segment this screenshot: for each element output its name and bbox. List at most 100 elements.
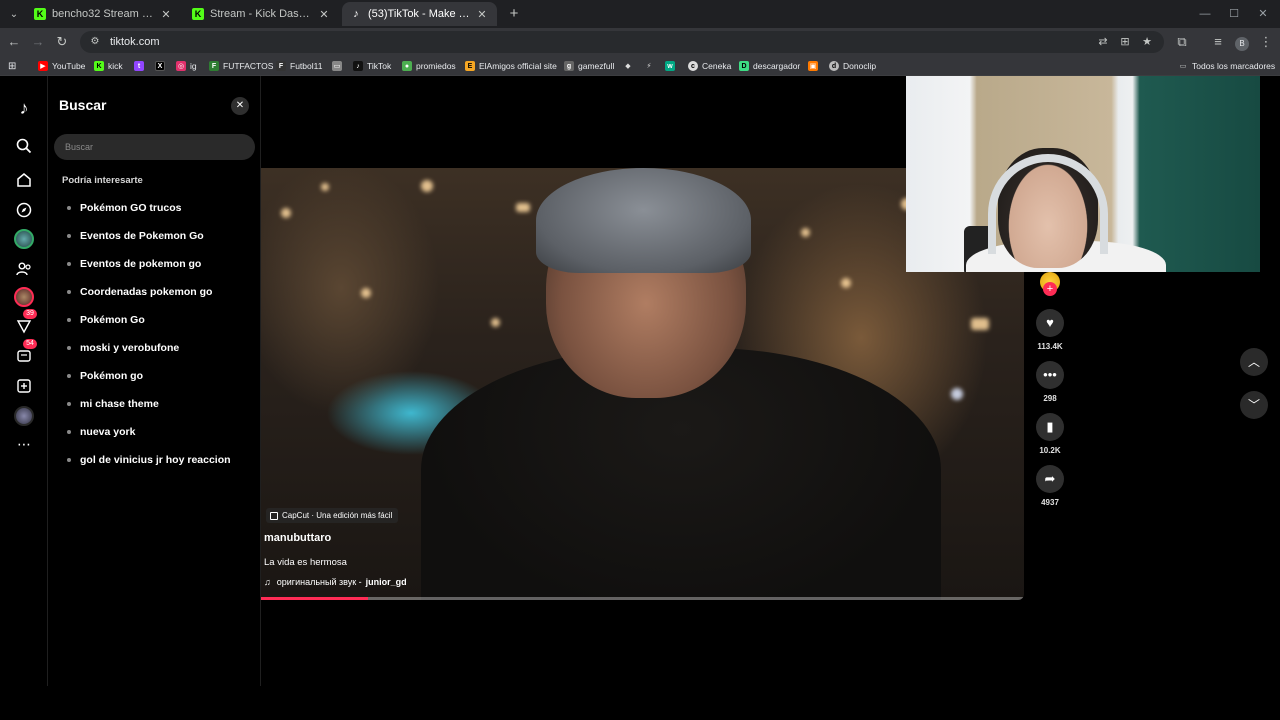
suggestion-item[interactable]: Eventos de pokemon go: [48, 250, 261, 278]
bookmark-gamezfull[interactable]: g gamezfull: [564, 58, 614, 74]
tab-tiktok[interactable]: ♪ (53)TikTok - Make Your Day ✕: [342, 2, 497, 26]
comment-icon[interactable]: •••: [1036, 361, 1064, 389]
previous-video-button[interactable]: ︿: [1240, 348, 1268, 376]
bookmark-unnamed[interactable]: ▭: [332, 58, 346, 74]
tab-title: (53)TikTok - Make Your Day: [368, 8, 471, 20]
messages-badge: 39: [23, 309, 37, 319]
bookmark-ceneka[interactable]: c Ceneka: [688, 58, 731, 74]
tab-groups-icon[interactable]: ≡: [1208, 32, 1228, 52]
comment-action[interactable]: ••• 298: [1034, 361, 1066, 403]
close-search-button[interactable]: ✕: [231, 97, 249, 115]
bookmark-unnamed-3[interactable]: ⚡: [644, 58, 658, 74]
bookmark-twitch[interactable]: t: [134, 58, 148, 74]
following-avatar[interactable]: [12, 227, 36, 251]
inbox-icon[interactable]: 54: [12, 339, 37, 368]
home-icon[interactable]: [12, 168, 36, 192]
all-bookmarks-folder[interactable]: ▭ Todos los marcadores: [1178, 58, 1275, 74]
profile-button[interactable]: B: [1232, 32, 1252, 52]
suggestion-label: Eventos de pokemon go: [80, 258, 202, 270]
bokeh-light: [281, 208, 291, 218]
browser-menu-icon[interactable]: ⋮: [1256, 32, 1276, 52]
tab-bencho32-stream[interactable]: K bencho32 Stream - Watch Live ✕: [26, 2, 181, 26]
bookmark-kick[interactable]: Kkick: [94, 58, 123, 74]
maximize-button[interactable]: ☐: [1219, 4, 1249, 24]
new-tab-button[interactable]: +: [504, 4, 524, 24]
suggestions-list: Pokémon GO trucos Eventos de Pokemon Go …: [48, 194, 261, 474]
reload-button[interactable]: ↻: [52, 32, 72, 52]
site-icon: ▭: [332, 61, 342, 71]
bullet-icon: [67, 262, 71, 266]
install-app-icon[interactable]: ⊞: [1114, 31, 1136, 53]
share-icon[interactable]: ➦: [1036, 465, 1064, 493]
tiktok-logo-icon[interactable]: ♪: [12, 96, 36, 120]
folder-icon: ▭: [1179, 63, 1187, 70]
search-icon[interactable]: [12, 134, 36, 158]
next-video-button[interactable]: ﹀: [1240, 391, 1268, 419]
capcut-icon: [270, 511, 278, 520]
like-action[interactable]: ♥ 113.4K: [1034, 309, 1066, 351]
bookmark-unnamed-2[interactable]: ◆: [623, 58, 637, 74]
bookmark-unnamed-4[interactable]: w: [665, 58, 679, 74]
live-avatar[interactable]: [12, 285, 36, 309]
share-action[interactable]: ➦ 4937: [1034, 465, 1066, 507]
upload-icon[interactable]: [12, 374, 36, 398]
video-progress-bar[interactable]: [261, 597, 1024, 600]
close-icon[interactable]: ✕: [317, 8, 331, 21]
video-sound[interactable]: ♫ оригинальный звук - junior_gd: [264, 577, 407, 587]
more-icon[interactable]: ⋯: [12, 432, 36, 456]
bookmark-label: Todos los marcadores: [1192, 61, 1276, 71]
suggestion-item[interactable]: moski y verobufone: [48, 334, 261, 362]
tab-search-icon[interactable]: ⌄: [4, 4, 24, 24]
progress-fill: [261, 597, 368, 600]
suggestion-item[interactable]: mi chase theme: [48, 390, 261, 418]
suggestion-label: Pokémon Go: [80, 314, 145, 326]
suggestion-item[interactable]: Eventos de Pokemon Go: [48, 222, 261, 250]
suggestion-item[interactable]: Pokémon GO trucos: [48, 194, 261, 222]
tab-title: bencho32 Stream - Watch Live: [52, 8, 155, 20]
messages-icon[interactable]: 39: [12, 309, 37, 338]
search-input[interactable]: [54, 134, 255, 160]
bookmark-x[interactable]: X: [155, 58, 169, 74]
bookmark-futbol11[interactable]: F Futbol11: [276, 58, 322, 74]
bookmark-promiedos[interactable]: ● promiedos: [402, 58, 456, 74]
bookmark-ig[interactable]: ◎ ig: [176, 58, 197, 74]
video-author[interactable]: manubuttaro: [264, 532, 331, 544]
promiedos-icon: ●: [402, 61, 412, 71]
bookmark-icon[interactable]: ▮: [1036, 413, 1064, 441]
bookmark-descargador[interactable]: Ddescargador: [739, 58, 800, 74]
minimize-button[interactable]: —: [1190, 4, 1220, 24]
close-icon[interactable]: ✕: [475, 8, 489, 21]
suggestion-item[interactable]: Pokémon Go: [48, 306, 261, 334]
friends-icon[interactable]: [12, 257, 36, 281]
forward-button[interactable]: →: [28, 32, 48, 52]
apps-grid-icon[interactable]: ⊞: [8, 58, 16, 74]
bookmark-donoclip[interactable]: d Donoclip: [829, 58, 876, 74]
window-close-button[interactable]: ✕: [1248, 4, 1278, 24]
address-bar[interactable]: ⚙ tiktok.com ⇄ ⊞ ★: [80, 31, 1164, 53]
tiktok-logo-icon: ♪: [353, 8, 359, 20]
bookmark-tiktok[interactable]: ♪ TikTok: [353, 58, 391, 74]
bookmark-label: ElAmigos official site: [479, 61, 557, 71]
suggestion-item[interactable]: gol de vinicius jr hoy reaccion: [48, 446, 261, 474]
follow-plus-icon[interactable]: +: [1043, 282, 1057, 296]
suggestion-item[interactable]: nueva york: [48, 418, 261, 446]
bookmark-star-icon[interactable]: ★: [1136, 31, 1158, 53]
tab-kick-dashboard[interactable]: K Stream - Kick Dashboard ✕: [184, 2, 339, 26]
bookmark-elamigos[interactable]: E ElAmigos official site: [465, 58, 557, 74]
save-action[interactable]: ▮ 10.2K: [1034, 413, 1066, 455]
bokeh-light: [801, 228, 810, 237]
suggestion-item[interactable]: Coordenadas pokemon go: [48, 278, 261, 306]
bookmark-unnamed-5[interactable]: ▣: [808, 58, 822, 74]
suggestion-item[interactable]: Pokémon go: [48, 362, 261, 390]
back-button[interactable]: ←: [4, 32, 24, 52]
translate-icon[interactable]: ⇄: [1092, 31, 1114, 53]
bookmark-youtube[interactable]: ▶ YouTube: [38, 58, 85, 74]
close-icon[interactable]: ✕: [159, 8, 173, 21]
bookmark-futfactos[interactable]: F FUTFACTOS: [209, 58, 273, 74]
capcut-tag[interactable]: CapCut · Una edición más fácil: [266, 508, 399, 523]
extensions-icon[interactable]: ⧉: [1172, 32, 1192, 52]
site-settings-icon[interactable]: ⚙: [88, 35, 102, 49]
explore-icon[interactable]: [12, 198, 36, 222]
heart-icon[interactable]: ♥: [1036, 309, 1064, 337]
profile-avatar[interactable]: [12, 404, 36, 428]
